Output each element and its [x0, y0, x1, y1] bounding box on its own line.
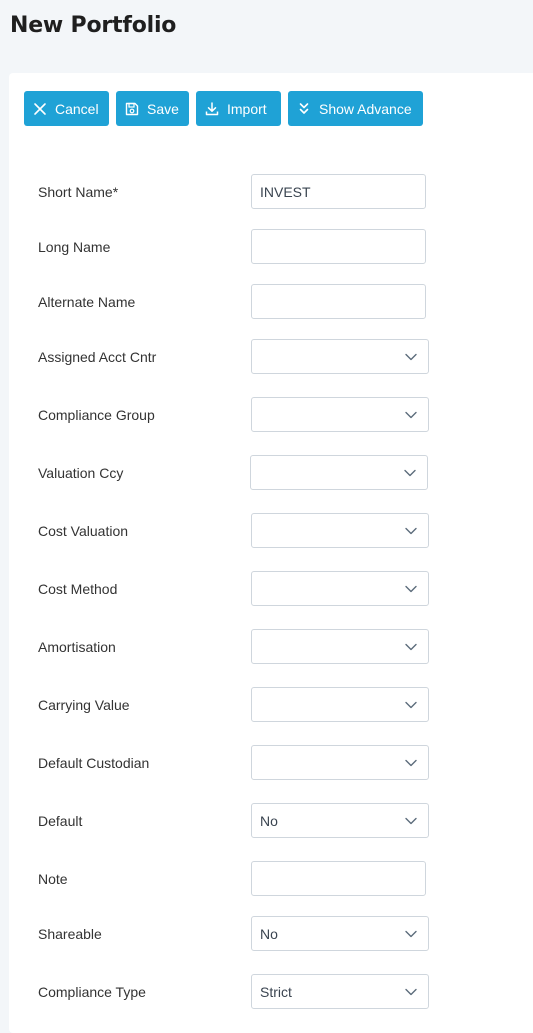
note-row: Note — [9, 861, 533, 896]
cost-valuation-label: Cost Valuation — [38, 522, 129, 539]
valuation-ccy-label: Valuation Ccy — [38, 464, 124, 481]
compliance-group-select[interactable] — [251, 397, 429, 432]
chevron-down-icon — [404, 927, 418, 941]
compliance-type-label: Compliance Type — [38, 983, 146, 1000]
cancel-button-label: Cancel — [55, 100, 99, 117]
chevron-down-icon — [404, 408, 418, 422]
compliance-group-row: Compliance Group — [9, 397, 533, 432]
import-button[interactable]: Import — [196, 91, 281, 126]
chevron-down-icon — [404, 524, 418, 538]
valuation-ccy-select[interactable] — [250, 455, 428, 490]
long-name-input[interactable] — [251, 229, 426, 264]
amortisation-label: Amortisation — [38, 638, 116, 655]
compliance-type-value: Strict — [260, 983, 292, 1000]
default-custodian-label: Default Custodian — [38, 754, 150, 771]
long-name-row: Long Name — [9, 229, 533, 264]
shareable-label: Shareable — [38, 925, 102, 942]
show-advance-button[interactable]: Show Advance — [288, 91, 423, 126]
save-button-label: Save — [147, 100, 179, 117]
cancel-button[interactable]: Cancel — [24, 91, 109, 126]
note-label: Note — [38, 870, 68, 887]
default-label: Default — [38, 812, 83, 829]
long-name-label: Long Name — [38, 238, 111, 255]
page-title: New Portfolio — [10, 13, 177, 38]
import-button-label: Import — [227, 100, 267, 117]
compliance-type-row: Compliance Type Strict — [9, 974, 533, 1009]
short-name-input[interactable]: INVEST — [251, 174, 426, 209]
portfolio-form-card: Cancel Save Import Show Advance Short Na… — [9, 73, 533, 1033]
default-select[interactable]: No — [251, 803, 429, 838]
cost-method-select[interactable] — [251, 571, 429, 606]
chevron-down-icon — [403, 466, 417, 480]
alternate-name-label: Alternate Name — [38, 293, 136, 310]
cost-valuation-select[interactable] — [251, 513, 429, 548]
show-advance-button-label: Show Advance — [319, 100, 412, 117]
close-icon — [32, 101, 48, 117]
chevron-down-icon — [404, 756, 418, 770]
shareable-select[interactable]: No — [251, 916, 429, 951]
compliance-group-label: Compliance Group — [38, 406, 155, 423]
amortisation-select[interactable] — [251, 629, 429, 664]
compliance-type-select[interactable]: Strict — [251, 974, 429, 1009]
shareable-row: Shareable No — [9, 916, 533, 951]
assigned-acct-cntr-select[interactable] — [251, 339, 429, 374]
short-name-label: Short Name* — [38, 183, 119, 200]
carrying-value-label: Carrying Value — [38, 696, 130, 713]
shareable-value: No — [260, 925, 278, 942]
carrying-value-select[interactable] — [251, 687, 429, 722]
save-icon — [124, 101, 140, 117]
alternate-name-row: Alternate Name — [9, 284, 533, 319]
default-custodian-row: Default Custodian — [9, 745, 533, 780]
note-input[interactable] — [251, 861, 426, 896]
download-icon — [204, 101, 220, 117]
alternate-name-input[interactable] — [251, 284, 426, 319]
double-chevron-down-icon — [296, 101, 312, 117]
default-row: Default No — [9, 803, 533, 838]
chevron-down-icon — [404, 350, 418, 364]
default-value: No — [260, 812, 278, 829]
chevron-down-icon — [404, 814, 418, 828]
assigned-acct-cntr-label: Assigned Acct Cntr — [38, 348, 157, 365]
chevron-down-icon — [404, 582, 418, 596]
amortisation-row: Amortisation — [9, 629, 533, 664]
chevron-down-icon — [404, 698, 418, 712]
cost-valuation-row: Cost Valuation — [9, 513, 533, 548]
save-button[interactable]: Save — [116, 91, 189, 126]
chevron-down-icon — [404, 985, 418, 999]
cost-method-row: Cost Method — [9, 571, 533, 606]
cost-method-label: Cost Method — [38, 580, 118, 597]
assigned-acct-cntr-row: Assigned Acct Cntr — [9, 339, 533, 374]
valuation-ccy-row: Valuation Ccy — [9, 455, 533, 490]
short-name-row: Short Name* INVEST — [9, 174, 533, 209]
chevron-down-icon — [404, 640, 418, 654]
carrying-value-row: Carrying Value — [9, 687, 533, 722]
default-custodian-select[interactable] — [251, 745, 429, 780]
